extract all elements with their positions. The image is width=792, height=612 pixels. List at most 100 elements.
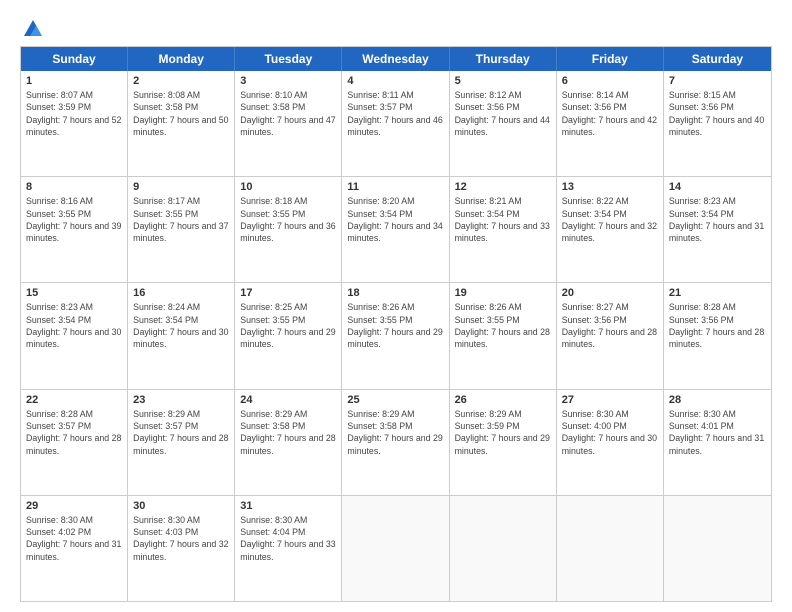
day-detail: Sunrise: 8:23 AMSunset: 3:54 PMDaylight:…: [26, 301, 122, 350]
day-number: 3: [240, 75, 336, 87]
day-number: 28: [669, 394, 766, 406]
calendar-cell: 21 Sunrise: 8:28 AMSunset: 3:56 PMDaylig…: [664, 283, 771, 388]
day-number: 17: [240, 287, 336, 299]
calendar-cell: 7 Sunrise: 8:15 AMSunset: 3:56 PMDayligh…: [664, 71, 771, 176]
calendar-cell: 1 Sunrise: 8:07 AMSunset: 3:59 PMDayligh…: [21, 71, 128, 176]
day-number: 22: [26, 394, 122, 406]
day-number: 24: [240, 394, 336, 406]
calendar-cell: 27 Sunrise: 8:30 AMSunset: 4:00 PMDaylig…: [557, 390, 664, 495]
day-number: 23: [133, 394, 229, 406]
header-tuesday: Tuesday: [235, 47, 342, 71]
logo-icon: [22, 18, 44, 40]
header-monday: Monday: [128, 47, 235, 71]
day-detail: Sunrise: 8:22 AMSunset: 3:54 PMDaylight:…: [562, 195, 658, 244]
day-number: 7: [669, 75, 766, 87]
calendar-cell: 13 Sunrise: 8:22 AMSunset: 3:54 PMDaylig…: [557, 177, 664, 282]
day-number: 9: [133, 181, 229, 193]
day-number: 15: [26, 287, 122, 299]
day-detail: Sunrise: 8:15 AMSunset: 3:56 PMDaylight:…: [669, 89, 766, 138]
day-number: 8: [26, 181, 122, 193]
calendar-cell: 12 Sunrise: 8:21 AMSunset: 3:54 PMDaylig…: [450, 177, 557, 282]
day-detail: Sunrise: 8:08 AMSunset: 3:58 PMDaylight:…: [133, 89, 229, 138]
day-detail: Sunrise: 8:14 AMSunset: 3:56 PMDaylight:…: [562, 89, 658, 138]
day-detail: Sunrise: 8:26 AMSunset: 3:55 PMDaylight:…: [455, 301, 551, 350]
day-detail: Sunrise: 8:25 AMSunset: 3:55 PMDaylight:…: [240, 301, 336, 350]
day-detail: Sunrise: 8:23 AMSunset: 3:54 PMDaylight:…: [669, 195, 766, 244]
day-number: 11: [347, 181, 443, 193]
header-saturday: Saturday: [664, 47, 771, 71]
header-sunday: Sunday: [21, 47, 128, 71]
day-detail: Sunrise: 8:29 AMSunset: 3:58 PMDaylight:…: [347, 408, 443, 457]
calendar-cell: 15 Sunrise: 8:23 AMSunset: 3:54 PMDaylig…: [21, 283, 128, 388]
day-number: 25: [347, 394, 443, 406]
day-detail: Sunrise: 8:30 AMSunset: 4:00 PMDaylight:…: [562, 408, 658, 457]
calendar-cell: 29 Sunrise: 8:30 AMSunset: 4:02 PMDaylig…: [21, 496, 128, 601]
calendar-header: Sunday Monday Tuesday Wednesday Thursday…: [21, 47, 771, 71]
calendar: Sunday Monday Tuesday Wednesday Thursday…: [20, 46, 772, 602]
calendar-cell: 26 Sunrise: 8:29 AMSunset: 3:59 PMDaylig…: [450, 390, 557, 495]
day-detail: Sunrise: 8:30 AMSunset: 4:02 PMDaylight:…: [26, 514, 122, 563]
day-number: 21: [669, 287, 766, 299]
day-detail: Sunrise: 8:18 AMSunset: 3:55 PMDaylight:…: [240, 195, 336, 244]
day-number: 5: [455, 75, 551, 87]
calendar-cell: [450, 496, 557, 601]
calendar-cell: 10 Sunrise: 8:18 AMSunset: 3:55 PMDaylig…: [235, 177, 342, 282]
day-detail: Sunrise: 8:12 AMSunset: 3:56 PMDaylight:…: [455, 89, 551, 138]
day-number: 13: [562, 181, 658, 193]
calendar-cell: 31 Sunrise: 8:30 AMSunset: 4:04 PMDaylig…: [235, 496, 342, 601]
calendar-body: 1 Sunrise: 8:07 AMSunset: 3:59 PMDayligh…: [21, 71, 771, 601]
calendar-cell: 28 Sunrise: 8:30 AMSunset: 4:01 PMDaylig…: [664, 390, 771, 495]
page: Sunday Monday Tuesday Wednesday Thursday…: [0, 0, 792, 612]
calendar-cell: 9 Sunrise: 8:17 AMSunset: 3:55 PMDayligh…: [128, 177, 235, 282]
calendar-cell: 24 Sunrise: 8:29 AMSunset: 3:58 PMDaylig…: [235, 390, 342, 495]
calendar-cell: [342, 496, 449, 601]
day-number: 10: [240, 181, 336, 193]
day-number: 14: [669, 181, 766, 193]
header-friday: Friday: [557, 47, 664, 71]
calendar-cell: [557, 496, 664, 601]
day-number: 2: [133, 75, 229, 87]
logo: [20, 18, 44, 36]
calendar-cell: 11 Sunrise: 8:20 AMSunset: 3:54 PMDaylig…: [342, 177, 449, 282]
day-number: 12: [455, 181, 551, 193]
header: [20, 18, 772, 36]
calendar-cell: 18 Sunrise: 8:26 AMSunset: 3:55 PMDaylig…: [342, 283, 449, 388]
day-number: 29: [26, 500, 122, 512]
day-detail: Sunrise: 8:28 AMSunset: 3:56 PMDaylight:…: [669, 301, 766, 350]
calendar-cell: 22 Sunrise: 8:28 AMSunset: 3:57 PMDaylig…: [21, 390, 128, 495]
calendar-cell: 30 Sunrise: 8:30 AMSunset: 4:03 PMDaylig…: [128, 496, 235, 601]
day-detail: Sunrise: 8:20 AMSunset: 3:54 PMDaylight:…: [347, 195, 443, 244]
calendar-cell: 14 Sunrise: 8:23 AMSunset: 3:54 PMDaylig…: [664, 177, 771, 282]
day-number: 30: [133, 500, 229, 512]
calendar-row-5: 29 Sunrise: 8:30 AMSunset: 4:02 PMDaylig…: [21, 495, 771, 601]
calendar-cell: 6 Sunrise: 8:14 AMSunset: 3:56 PMDayligh…: [557, 71, 664, 176]
calendar-cell: 2 Sunrise: 8:08 AMSunset: 3:58 PMDayligh…: [128, 71, 235, 176]
day-detail: Sunrise: 8:29 AMSunset: 3:59 PMDaylight:…: [455, 408, 551, 457]
day-detail: Sunrise: 8:10 AMSunset: 3:58 PMDaylight:…: [240, 89, 336, 138]
calendar-cell: 5 Sunrise: 8:12 AMSunset: 3:56 PMDayligh…: [450, 71, 557, 176]
calendar-cell: 4 Sunrise: 8:11 AMSunset: 3:57 PMDayligh…: [342, 71, 449, 176]
day-detail: Sunrise: 8:24 AMSunset: 3:54 PMDaylight:…: [133, 301, 229, 350]
calendar-cell: 25 Sunrise: 8:29 AMSunset: 3:58 PMDaylig…: [342, 390, 449, 495]
day-detail: Sunrise: 8:28 AMSunset: 3:57 PMDaylight:…: [26, 408, 122, 457]
calendar-cell: 23 Sunrise: 8:29 AMSunset: 3:57 PMDaylig…: [128, 390, 235, 495]
day-number: 27: [562, 394, 658, 406]
calendar-cell: 8 Sunrise: 8:16 AMSunset: 3:55 PMDayligh…: [21, 177, 128, 282]
calendar-cell: [664, 496, 771, 601]
day-number: 1: [26, 75, 122, 87]
day-detail: Sunrise: 8:30 AMSunset: 4:04 PMDaylight:…: [240, 514, 336, 563]
calendar-cell: 17 Sunrise: 8:25 AMSunset: 3:55 PMDaylig…: [235, 283, 342, 388]
calendar-cell: 16 Sunrise: 8:24 AMSunset: 3:54 PMDaylig…: [128, 283, 235, 388]
calendar-cell: 3 Sunrise: 8:10 AMSunset: 3:58 PMDayligh…: [235, 71, 342, 176]
day-detail: Sunrise: 8:07 AMSunset: 3:59 PMDaylight:…: [26, 89, 122, 138]
day-detail: Sunrise: 8:30 AMSunset: 4:03 PMDaylight:…: [133, 514, 229, 563]
day-detail: Sunrise: 8:30 AMSunset: 4:01 PMDaylight:…: [669, 408, 766, 457]
day-number: 6: [562, 75, 658, 87]
day-detail: Sunrise: 8:26 AMSunset: 3:55 PMDaylight:…: [347, 301, 443, 350]
day-detail: Sunrise: 8:29 AMSunset: 3:58 PMDaylight:…: [240, 408, 336, 457]
calendar-cell: 19 Sunrise: 8:26 AMSunset: 3:55 PMDaylig…: [450, 283, 557, 388]
header-wednesday: Wednesday: [342, 47, 449, 71]
calendar-row-1: 1 Sunrise: 8:07 AMSunset: 3:59 PMDayligh…: [21, 71, 771, 176]
day-detail: Sunrise: 8:29 AMSunset: 3:57 PMDaylight:…: [133, 408, 229, 457]
day-detail: Sunrise: 8:21 AMSunset: 3:54 PMDaylight:…: [455, 195, 551, 244]
